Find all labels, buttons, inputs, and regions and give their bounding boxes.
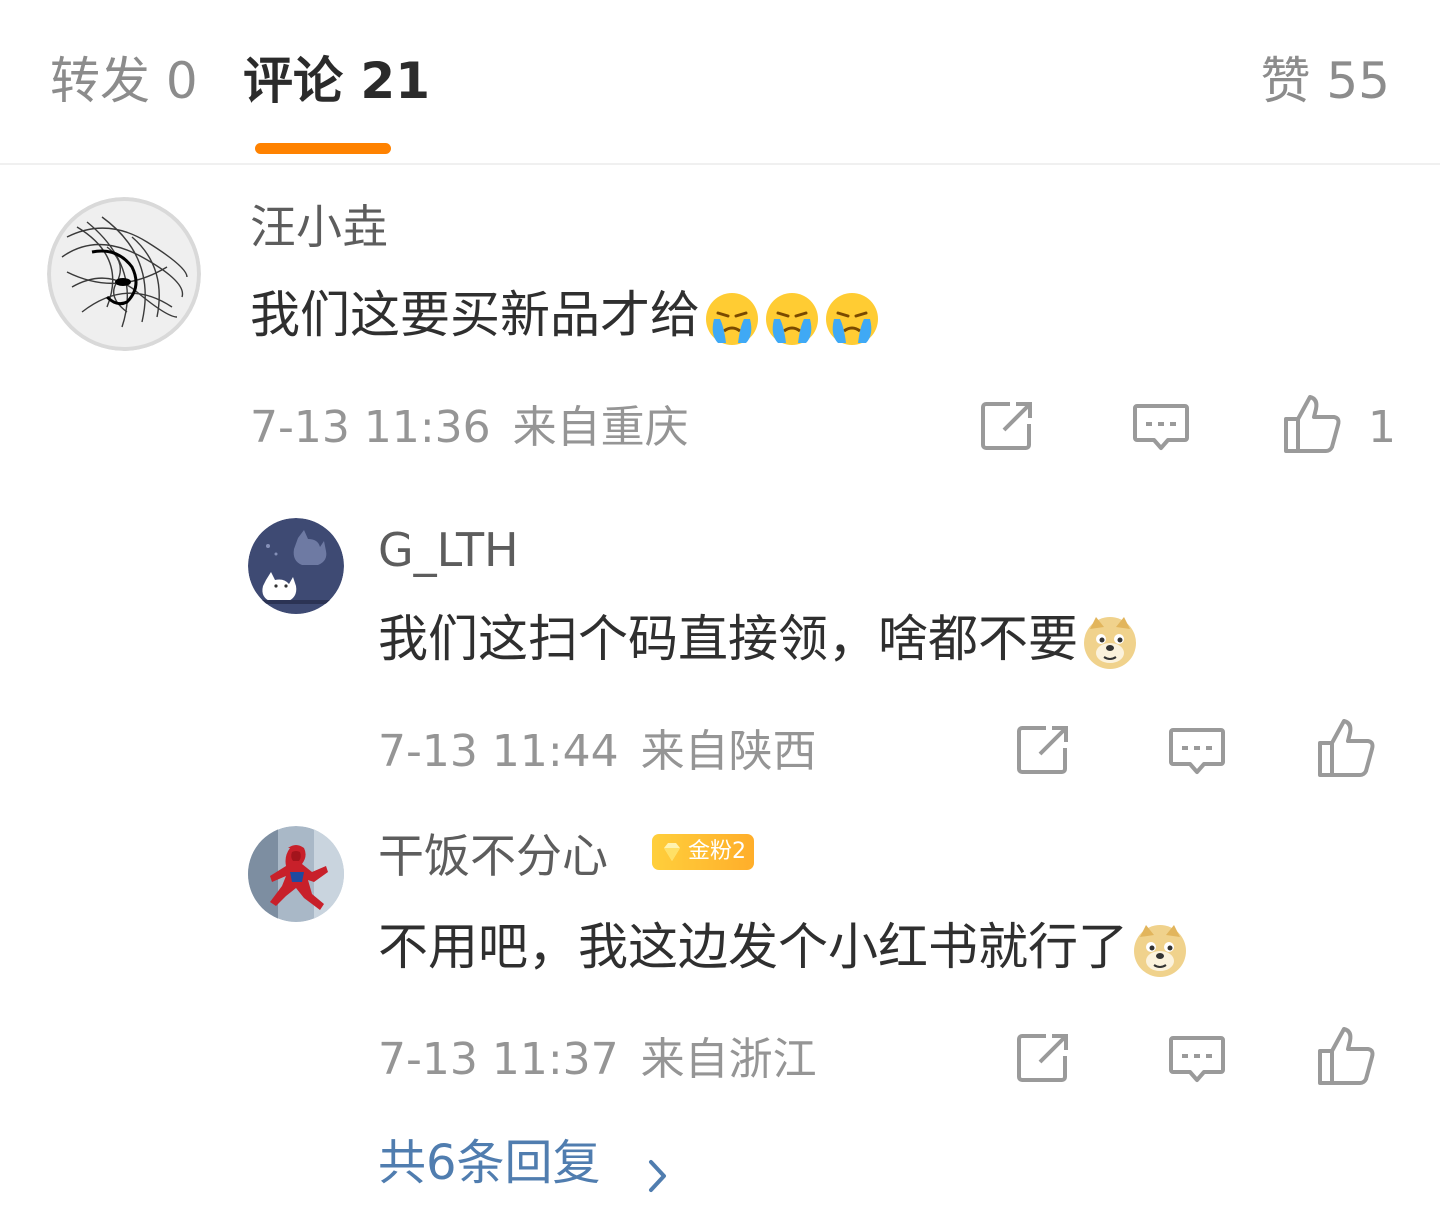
timestamp: 7-13 11:36 [250, 402, 491, 453]
crying-emoji [704, 291, 760, 347]
crying-emoji [764, 291, 820, 347]
timestamp: 7-13 11:37 [378, 1034, 619, 1085]
doge-emoji [1082, 615, 1138, 671]
reply-text-body: 不用吧，我这边发个小红书就行了 [378, 918, 1128, 976]
fan-badge: 金粉2 [652, 834, 754, 870]
username[interactable]: G_LTH [378, 520, 519, 580]
repost-icon[interactable] [1016, 724, 1074, 776]
divider [0, 163, 1440, 165]
username[interactable]: 汪小垚 [250, 197, 388, 257]
avatar[interactable] [248, 826, 344, 922]
avatar[interactable] [47, 197, 201, 351]
location: 来自重庆 [512, 402, 689, 453]
location: 来自陕西 [640, 726, 817, 777]
reply-meta: 7-13 11:44 来自陕西 [378, 724, 817, 780]
timestamp: 7-13 11:44 [378, 726, 619, 777]
like-count: 1 [1368, 402, 1396, 453]
more-replies-link[interactable]: 共6条回复 [378, 1132, 666, 1194]
like-icon[interactable] [1316, 1025, 1378, 1087]
comment-icon[interactable] [1132, 402, 1190, 454]
chevron-right-icon [648, 1146, 668, 1208]
tab-likes[interactable]: 赞 55 [1260, 46, 1390, 116]
comment-meta: 7-13 11:36 来自重庆 [250, 400, 689, 456]
like-icon[interactable] [1316, 717, 1378, 779]
fan-badge-label: 金粉2 [688, 839, 746, 864]
reply-meta: 7-13 11:37 来自浙江 [378, 1032, 817, 1088]
more-replies-label: 共6条回复 [378, 1135, 601, 1191]
comment-icon[interactable] [1168, 726, 1226, 778]
username[interactable]: 干饭不分心 [378, 826, 608, 886]
avatar[interactable] [248, 518, 344, 614]
repost-icon[interactable] [980, 400, 1038, 452]
active-tab-indicator [255, 143, 391, 154]
repost-icon[interactable] [1016, 1032, 1074, 1084]
comment-icon[interactable] [1168, 1034, 1226, 1086]
reply-text: 不用吧，我这边发个小红书就行了 [378, 912, 1188, 982]
like-icon[interactable] [1282, 393, 1344, 455]
gem-icon [660, 840, 684, 876]
crying-emoji [824, 291, 880, 347]
location: 来自浙江 [640, 1034, 817, 1085]
comment-text-body: 我们这要买新品才给 [250, 286, 700, 344]
tab-repost[interactable]: 转发 0 [50, 46, 198, 116]
comment-text: 我们这要买新品才给 [250, 280, 880, 350]
tab-comments[interactable]: 评论 21 [243, 46, 430, 116]
reply-text-body: 我们这扫个码直接领，啥都不要 [378, 610, 1078, 668]
doge-emoji [1132, 923, 1188, 979]
reply-text: 我们这扫个码直接领，啥都不要 [378, 604, 1138, 674]
